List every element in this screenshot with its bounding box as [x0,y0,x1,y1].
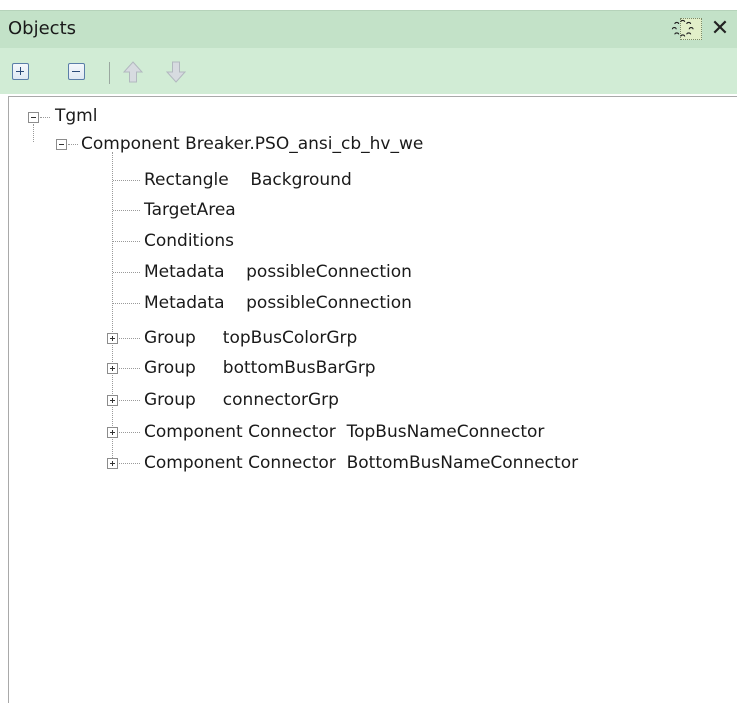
pin-icon: ҈ [687,20,695,38]
tree-node-group-topbuscolorgrp[interactable]: Group topBusColorGrp [144,328,357,348]
tree-node-tgml[interactable]: Tgml [55,106,97,126]
tree-node-rectangle[interactable]: Rectangle Background [144,170,352,190]
expand-toggle-component-bottom[interactable] [107,458,118,469]
objects-panel: Objects ҈ ✕ Tgml Component Breaker.PSO_a… [0,0,737,703]
close-icon: ✕ [710,16,730,41]
tree-node-component-topbusnameconnector[interactable]: Component Connector TopBusNameConnector [144,422,544,442]
expand-all-button[interactable] [12,63,29,80]
collapse-toggle-tgml[interactable] [28,112,39,123]
expand-toggle-group-3[interactable] [107,395,118,406]
object-tree: Tgml Component Breaker.PSO_ansi_cb_hv_we… [8,96,737,703]
collapse-all-button[interactable] [68,63,85,80]
tree-node-conditions[interactable]: Conditions [144,231,234,251]
arrow-down-icon [165,61,187,83]
tree-node-targetarea[interactable]: TargetArea [144,200,236,220]
expand-toggle-component-top[interactable] [107,427,118,438]
collapse-toggle-component[interactable] [56,139,67,150]
tree-node-metadata-1[interactable]: Metadata possibleConnection [144,262,412,282]
move-down-button[interactable] [165,60,187,84]
expand-toggle-group-2[interactable] [107,363,118,374]
pin-button[interactable]: ҈ [680,18,702,40]
toolbar-separator [109,62,110,84]
toolbar [0,48,737,94]
tree-node-component-breaker[interactable]: Component Breaker.PSO_ansi_cb_hv_we [81,134,423,154]
panel-title: Objects [8,18,77,39]
move-up-button[interactable] [122,60,144,84]
tree-node-metadata-2[interactable]: Metadata possibleConnection [144,293,412,313]
close-button[interactable]: ✕ [707,16,733,42]
tree-node-group-connectorgrp[interactable]: Group connectorGrp [144,390,339,410]
arrow-up-icon [122,61,144,83]
expand-toggle-group-1[interactable] [107,333,118,344]
tree-node-component-bottombusnameconnector[interactable]: Component Connector BottomBusNameConnect… [144,453,578,473]
panel-title-bar: Objects ҈ ✕ [0,10,737,48]
tree-node-group-bottombusbargrp[interactable]: Group bottomBusBarGrp [144,358,376,378]
